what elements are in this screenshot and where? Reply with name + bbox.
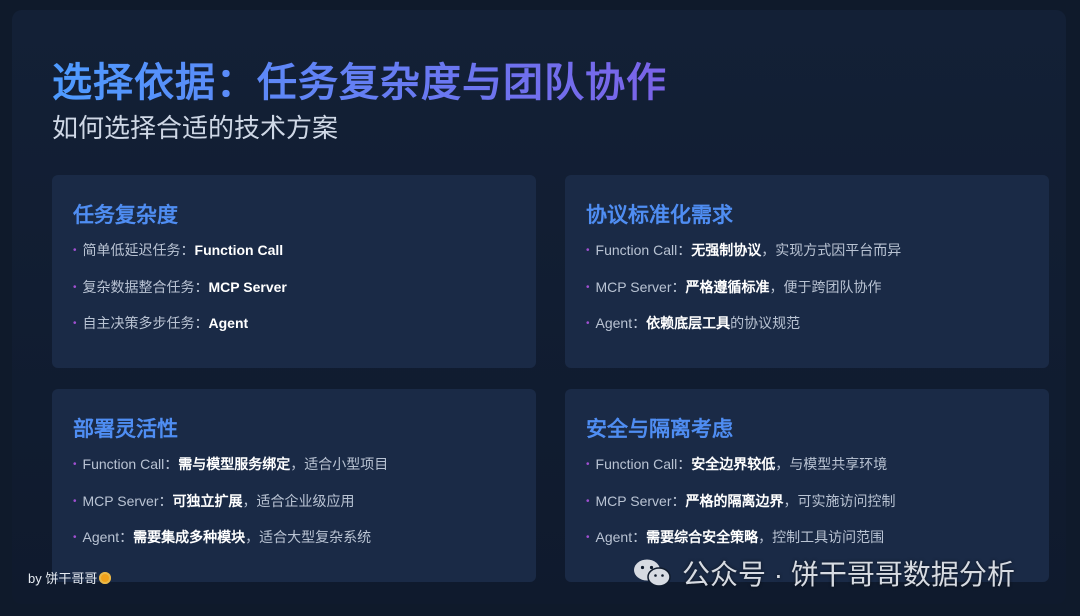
list-item: • Agent：需要集成多种模块，适合大型复杂系统 (73, 527, 371, 547)
bullet-icon: • (586, 318, 590, 329)
item-prefix: 复杂数据整合任务： (82, 279, 209, 295)
cookie-icon (99, 572, 112, 584)
item-prefix: 自主决策多步任务： (82, 315, 209, 331)
list-item: • Function Call：需与模型服务绑定，适合小型项目 (73, 454, 388, 474)
item-prefix: Agent： (595, 529, 647, 545)
item-prefix: Function Call： (595, 242, 692, 258)
cards-layer: 任务复杂度 • 简单低延迟任务：Function Call • 复杂数据整合任务：M… (12, 10, 1066, 604)
item-emphasis: 依赖底层工具 (646, 315, 731, 331)
item-suffix: 的协议规范 (730, 315, 801, 331)
item-prefix: Agent： (82, 529, 134, 545)
item-emphasis: 需与模型服务绑定 (178, 456, 291, 472)
bullet-icon: • (73, 318, 77, 329)
list-item: • Agent：依赖底层工具的协议规范 (586, 313, 800, 333)
item-emphasis: 需要综合安全策略 (646, 529, 759, 545)
list-item: • 自主决策多步任务：Agent (73, 313, 248, 333)
list-item: • 简单低延迟任务：Function Call (73, 240, 283, 260)
list-item: • Agent：需要综合安全策略，控制工具访问范围 (586, 527, 884, 547)
item-emphasis: 需要集成多种模块 (133, 529, 246, 545)
item-suffix: ，便于跨团队协作 (769, 279, 882, 295)
item-emphasis: Agent (208, 315, 249, 331)
item-emphasis: 安全边界较低 (691, 456, 776, 472)
item-emphasis: 无强制协议 (691, 242, 762, 258)
item-prefix: Function Call： (595, 456, 692, 472)
item-emphasis: MCP Server (208, 279, 287, 295)
item-emphasis: 严格遵循标准 (685, 279, 770, 295)
item-suffix: ，适合企业级应用 (242, 493, 355, 509)
watermark-text: 公众号 · 饼干哥哥数据分析 (682, 559, 1015, 590)
item-suffix: ，适合小型项目 (290, 456, 389, 472)
list-item: • Function Call：安全边界较低，与模型共享环境 (586, 454, 887, 474)
list-item: • MCP Server：可独立扩展，适合企业级应用 (73, 491, 355, 511)
bullet-icon: • (73, 245, 77, 256)
card-title: 任务复杂度 (73, 204, 178, 227)
card-title: 部署灵活性 (73, 418, 178, 441)
bullet-icon: • (586, 496, 590, 507)
bullet-icon: • (586, 532, 590, 543)
item-prefix: MCP Server： (595, 279, 686, 295)
author-credit: by 饼干哥哥 (28, 568, 112, 587)
item-prefix: MCP Server： (82, 493, 173, 509)
item-suffix: ，与模型共享环境 (775, 456, 888, 472)
list-item: • 复杂数据整合任务：MCP Server (73, 277, 287, 297)
item-suffix: ，控制工具访问范围 (758, 529, 885, 545)
bullet-icon: • (73, 459, 77, 470)
item-emphasis: 严格的隔离边界 (685, 493, 784, 509)
list-item: • Function Call：无强制协议，实现方式因平台而异 (586, 240, 901, 260)
item-suffix: ，实现方式因平台而异 (761, 242, 902, 258)
card-content: 部署灵活性 • Function Call：需与模型服务绑定，适合小型项目 • MC… (52, 389, 536, 582)
bullet-icon: • (73, 532, 77, 543)
author-credit-text: by 饼干哥哥 (28, 571, 98, 586)
watermark: 公众号 · 饼干哥哥数据分析 (632, 555, 1015, 591)
item-suffix: ，可实施访问控制 (783, 493, 896, 509)
card-title: 安全与隔离考虑 (586, 418, 733, 441)
list-item: • MCP Server：严格遵循标准，便于跨团队协作 (586, 277, 882, 297)
bullet-icon: • (73, 496, 77, 507)
card-content: 任务复杂度 • 简单低延迟任务：Function Call • 复杂数据整合任务：M… (52, 175, 536, 368)
item-prefix: 简单低延迟任务： (82, 242, 195, 258)
bullet-icon: • (586, 459, 590, 470)
bullet-icon: • (586, 245, 590, 256)
bullet-icon: • (586, 282, 590, 293)
list-item: • MCP Server：严格的隔离边界，可实施访问控制 (586, 491, 896, 511)
item-prefix: Agent： (595, 315, 647, 331)
item-emphasis: Function Call (194, 242, 284, 258)
card-title: 协议标准化需求 (586, 204, 733, 227)
item-prefix: Function Call： (82, 456, 179, 472)
item-prefix: MCP Server： (595, 493, 686, 509)
wechat-icon (634, 559, 671, 587)
card-content: 协议标准化需求 • Function Call：无强制协议，实现方式因平台而异 •… (565, 175, 1049, 368)
bullet-icon: • (73, 282, 77, 293)
item-suffix: ，适合大型复杂系统 (245, 529, 372, 545)
item-emphasis: 可独立扩展 (172, 493, 243, 509)
